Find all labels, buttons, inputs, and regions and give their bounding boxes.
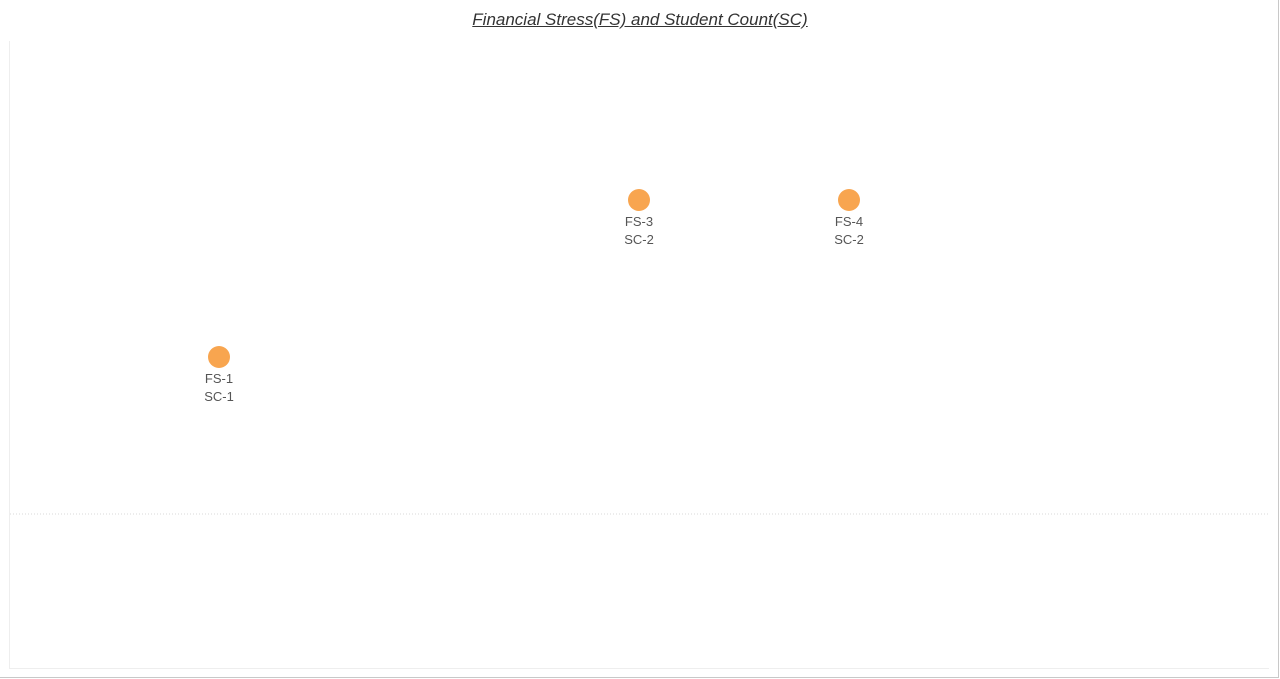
data-label-fs: FS-1 — [205, 371, 233, 386]
data-label-fs: FS-4 — [835, 214, 863, 229]
data-label-fs: FS-3 — [625, 214, 653, 229]
data-point[interactable] — [628, 189, 650, 211]
scatter-plot: FS-1 SC-1 FS-3 SC-2 FS-4 SC-2 — [10, 189, 1268, 515]
data-label-sc: SC-2 — [624, 232, 654, 247]
data-point[interactable] — [208, 346, 230, 368]
data-label-sc: SC-2 — [834, 232, 864, 247]
data-label-sc: SC-1 — [204, 389, 234, 404]
data-point[interactable] — [838, 189, 860, 211]
